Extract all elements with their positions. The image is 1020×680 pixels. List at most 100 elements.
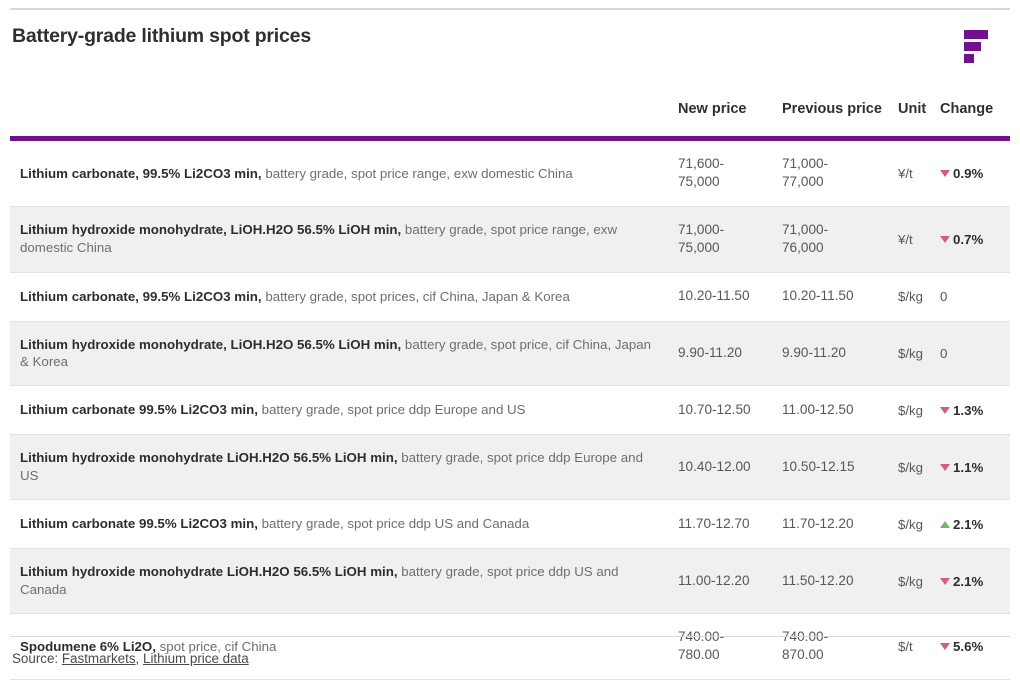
unit-value: $/kg [898,289,923,304]
description-bold: Lithium hydroxide monohydrate LiOH.H2O 5… [20,564,398,580]
description-bold: Lithium carbonate 99.5% Li2CO3 min, [20,516,258,532]
change-value: 0.9% [953,165,984,181]
cell-change: 1.1% [938,446,1010,489]
page-footer: Source: Fastmarkets, Lithium price data [10,636,1010,666]
fastmarkets-f-logo-icon [958,28,988,64]
description-rest: battery grade, spot prices, cif China, J… [261,288,570,304]
previous-price-value: 71,000- 76,000 [782,221,829,256]
table-row: Lithium carbonate, 99.5% Li2CO3 min, bat… [10,141,1010,207]
change-value: 2.1% [953,573,984,589]
change-value: 1.3% [953,402,984,418]
new-price-value: 71,600- 75,000 [678,156,725,190]
description-rest: battery grade, spot price ddp US and Can… [257,516,530,532]
unit-value: $/kg [898,459,923,475]
arrow-down-icon [940,463,950,471]
cell-previous-price: 11.70-12.20 [780,501,896,547]
table-row: Lithium carbonate, 99.5% Li2CO3 min, bat… [10,273,1010,322]
change-value: 0 [940,345,948,361]
cell-previous-price: 11.50-12.20 [780,558,896,604]
cell-new-price: 71,600- 75,000 [676,141,780,206]
unit-value: ¥/t [898,165,913,181]
cell-change: 0 [938,332,1010,375]
cell-description: Lithium carbonate, 99.5% Li2CO3 min, bat… [10,151,676,197]
change-value-wrap: 0.7% [940,232,983,247]
page-title: Battery-grade lithium spot prices [12,25,311,47]
cell-change: 1.3% [938,389,1010,432]
cell-change: 2.1% [938,503,1010,546]
cell-previous-price: 71,000- 77,000 [780,141,896,206]
cell-new-price: 11.00-12.20 [676,558,780,604]
cell-new-price: 11.70-12.70 [676,501,780,547]
description-bold: Lithium carbonate 99.5% Li2CO3 min, [20,402,258,418]
change-value-wrap: 0.9% [940,166,983,181]
source-link-lithium-price-data[interactable]: Lithium price data [143,651,249,666]
column-header-description [10,92,676,110]
cell-unit: $/kg [896,389,938,432]
change-value: 0.7% [953,231,984,247]
cell-unit: $/kg [896,560,938,603]
cell-description: Lithium hydroxide monohydrate, LiOH.H2O … [10,322,676,386]
unit-value: $/kg [898,516,923,532]
previous-price-value: 11.50-12.20 [782,573,854,589]
page-header: Battery-grade lithium spot prices [10,20,1010,80]
cell-change: 0 [938,275,1010,318]
cell-change: 0.9% [938,152,1010,195]
table-row: Lithium hydroxide monohydrate LiOH.H2O 5… [10,435,1010,501]
top-divider [10,8,1010,10]
previous-price-value: 10.20-11.50 [782,288,854,304]
column-header-new-price: New price [678,101,747,117]
cell-unit: $/kg [896,332,938,375]
previous-price-value: 10.50-12.15 [782,459,855,475]
cell-previous-price: 71,000- 76,000 [780,207,896,272]
source-separator: , [135,651,143,666]
cell-previous-price: 10.50-12.15 [780,444,896,490]
previous-price-value: 11.00-12.50 [782,402,854,418]
change-value-wrap: 0 [940,346,947,361]
unit-value: $/kg [898,573,923,589]
description-rest: battery grade, spot price ddp Europe and… [257,402,526,418]
footer-divider [10,636,1010,637]
new-price-value: 10.40-12.00 [678,459,751,475]
arrow-down-icon [940,406,950,414]
previous-price-value: 71,000- 77,000 [782,156,829,190]
unit-value: $/kg [898,345,923,361]
description-bold: Lithium carbonate, 99.5% Li2CO3 min, [20,165,262,181]
change-value-wrap: 2.1% [940,517,983,532]
source-prefix: Source: [12,651,62,666]
new-price-value: 11.70-12.70 [678,516,750,532]
cell-description: Lithium carbonate 99.5% Li2CO3 min, batt… [10,501,676,547]
new-price-value: 71,000- 75,000 [678,221,725,256]
cell-unit: ¥/t [896,218,938,261]
unit-value: $/kg [898,402,923,418]
change-value-wrap: 1.1% [940,460,983,475]
description-bold: Lithium hydroxide monohydrate, LiOH.H2O … [20,336,402,352]
cell-change: 2.1% [938,560,1010,603]
arrow-down-icon [940,169,950,177]
cell-unit: ¥/t [896,152,938,195]
previous-price-value: 9.90-11.20 [782,345,846,361]
change-value: 1.1% [953,459,984,475]
lithium-price-table-page: Battery-grade lithium spot prices New pr… [0,0,1020,680]
new-price-value: 11.00-12.20 [678,573,750,589]
cell-new-price: 10.40-12.00 [676,444,780,490]
cell-description: Lithium hydroxide monohydrate LiOH.H2O 5… [10,435,676,499]
change-value-wrap: 0 [940,289,947,304]
cell-unit: $/kg [896,503,938,546]
change-value: 2.1% [953,516,984,532]
description-rest: battery grade, spot price range, exw dom… [261,165,573,181]
unit-value: ¥/t [898,231,913,247]
change-value-wrap: 2.1% [940,574,983,589]
column-header-unit: Unit [898,101,927,117]
cell-description: Lithium hydroxide monohydrate LiOH.H2O 5… [10,549,676,613]
table-row: Lithium hydroxide monohydrate, LiOH.H2O … [10,321,1010,387]
cell-new-price: 10.20-11.50 [676,273,780,319]
table-body: Lithium carbonate, 99.5% Li2CO3 min, bat… [10,141,1010,680]
arrow-down-icon [940,577,950,585]
cell-description: Lithium carbonate 99.5% Li2CO3 min, batt… [10,387,676,433]
cell-new-price: 9.90-11.20 [676,330,780,376]
column-header-change: Change [940,101,994,117]
source-link-fastmarkets[interactable]: Fastmarkets [62,651,136,666]
description-bold: Lithium hydroxide monohydrate LiOH.H2O 5… [20,450,398,466]
cell-unit: $/kg [896,446,938,489]
table-row: Lithium hydroxide monohydrate, LiOH.H2O … [10,206,1010,273]
